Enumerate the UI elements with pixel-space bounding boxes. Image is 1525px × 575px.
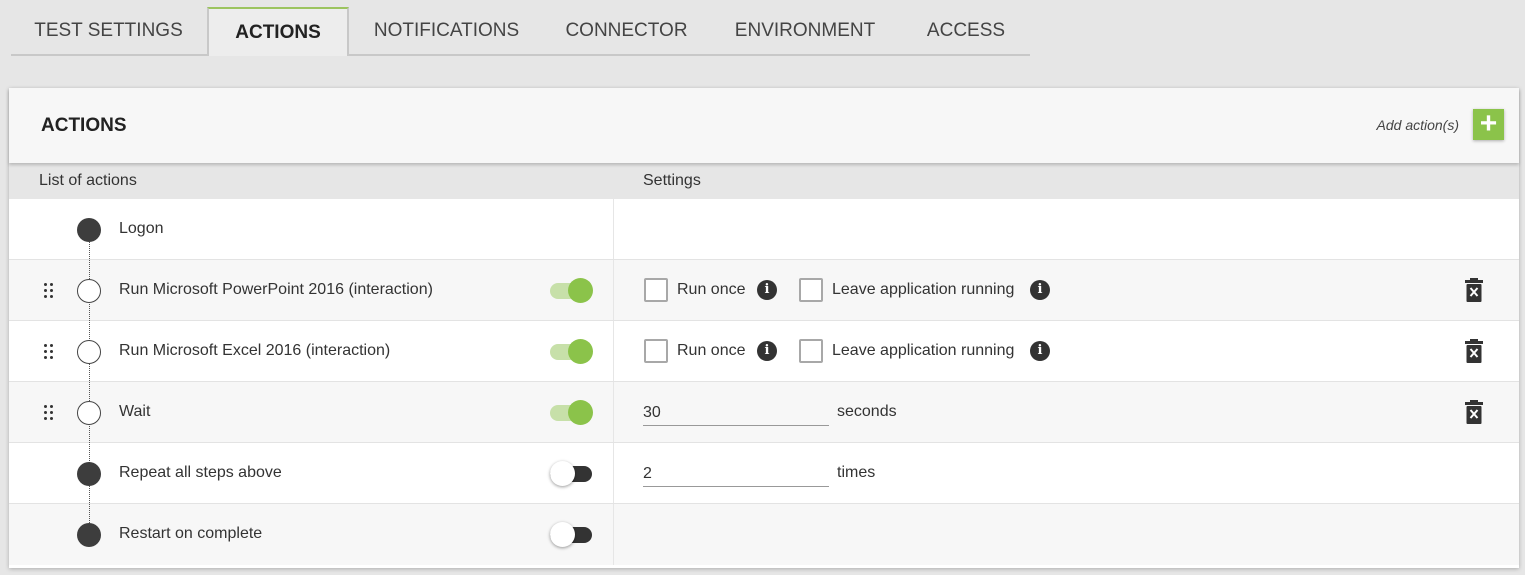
timeline-dot-filled <box>77 462 101 486</box>
drag-handle-icon[interactable] <box>43 404 55 420</box>
leave-running-label: Leave application running <box>832 281 1015 298</box>
action-row-restart: Restart on complete <box>9 504 1519 565</box>
delete-icon[interactable] <box>1465 278 1483 302</box>
info-icon[interactable]: i <box>757 280 777 300</box>
action-row-excel: Run Microsoft Excel 2016 (interaction) R… <box>9 321 1519 382</box>
wait-seconds-input[interactable] <box>643 394 829 426</box>
info-icon[interactable]: i <box>757 341 777 361</box>
delete-icon[interactable] <box>1465 339 1483 363</box>
action-label: Restart on complete <box>119 525 263 542</box>
leave-running-checkbox[interactable] <box>799 339 823 363</box>
tab-test-settings[interactable]: TEST SETTINGS <box>11 7 206 54</box>
column-header: List of actions Settings <box>9 163 1519 199</box>
action-label: Run Microsoft PowerPoint 2016 (interacti… <box>119 281 433 298</box>
run-once-label: Run once <box>677 342 746 359</box>
repeat-times-input[interactable] <box>643 455 829 487</box>
timeline-dot-hollow <box>77 401 101 425</box>
actions-list: Logon Run Microsoft PowerPoint 2016 (int… <box>9 199 1519 565</box>
run-once-checkbox[interactable] <box>644 278 668 302</box>
add-actions-label[interactable]: Add action(s) <box>1377 117 1459 133</box>
action-row-repeat: Repeat all steps above times <box>9 443 1519 504</box>
action-row-logon: Logon <box>9 199 1519 260</box>
tab-notifications[interactable]: NOTIFICATIONS <box>349 7 544 54</box>
timeline-line <box>89 230 90 535</box>
timeline-dot-hollow <box>77 340 101 364</box>
tab-access[interactable]: ACCESS <box>901 7 1031 54</box>
enable-toggle[interactable] <box>550 520 594 548</box>
card-header: ACTIONS Add action(s) + <box>9 88 1519 163</box>
run-once-checkbox[interactable] <box>644 339 668 363</box>
tab-actions[interactable]: ACTIONS <box>207 7 349 56</box>
delete-icon[interactable] <box>1465 400 1483 424</box>
timeline-dot-hollow <box>77 279 101 303</box>
leave-running-checkbox[interactable] <box>799 278 823 302</box>
leave-running-label: Leave application running <box>832 342 1015 359</box>
enable-toggle[interactable] <box>550 398 594 426</box>
timeline-dot-filled <box>77 523 101 547</box>
enable-toggle[interactable] <box>550 459 594 487</box>
plus-icon: + <box>1479 107 1498 140</box>
action-label: Logon <box>119 220 164 237</box>
unit-label: seconds <box>837 403 897 420</box>
run-once-label: Run once <box>677 281 746 298</box>
column-settings: Settings <box>643 172 701 189</box>
timeline-dot-filled <box>77 218 101 242</box>
actions-card: ACTIONS Add action(s) + List of actions … <box>9 88 1519 568</box>
tab-environment[interactable]: ENVIRONMENT <box>709 7 901 54</box>
info-icon[interactable]: i <box>1030 341 1050 361</box>
add-action-button[interactable]: + <box>1473 109 1504 140</box>
drag-handle-icon[interactable] <box>43 282 55 298</box>
drag-handle-icon[interactable] <box>43 343 55 359</box>
unit-label: times <box>837 464 876 481</box>
card-title: ACTIONS <box>41 115 127 136</box>
action-label: Run Microsoft Excel 2016 (interaction) <box>119 342 391 359</box>
tab-connector[interactable]: CONNECTOR <box>544 7 709 54</box>
action-row-wait: Wait seconds <box>9 382 1519 443</box>
info-icon[interactable]: i <box>1030 280 1050 300</box>
enable-toggle[interactable] <box>550 276 594 304</box>
enable-toggle[interactable] <box>550 337 594 365</box>
column-list-of-actions: List of actions <box>39 172 137 189</box>
action-row-powerpoint: Run Microsoft PowerPoint 2016 (interacti… <box>9 260 1519 321</box>
action-label: Wait <box>119 403 151 420</box>
action-label: Repeat all steps above <box>119 464 282 481</box>
tab-bar: TEST SETTINGS ACTIONS NOTIFICATIONS CONN… <box>11 7 1030 56</box>
